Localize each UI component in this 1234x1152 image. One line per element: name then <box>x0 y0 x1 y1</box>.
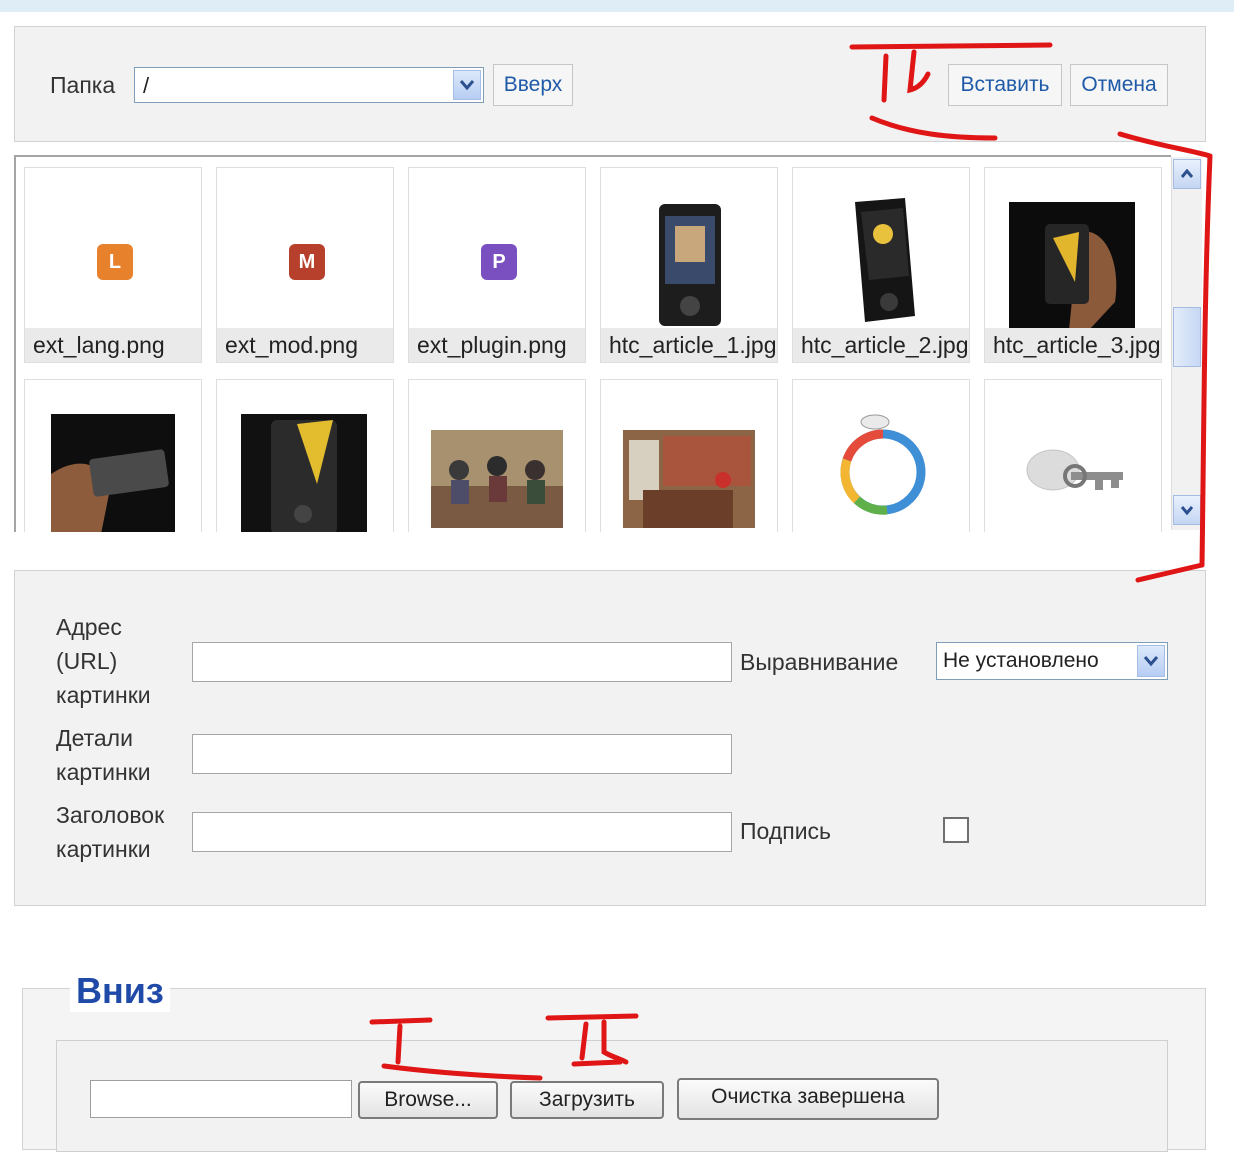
library-photo-thumbnail <box>623 430 755 528</box>
scroll-thumb[interactable] <box>1173 307 1201 367</box>
file-name: htc_article_2.jpg <box>793 328 969 362</box>
file-item[interactable] <box>408 379 586 532</box>
chevron-down-icon[interactable] <box>1137 645 1165 677</box>
file-name: htc_article_3.jpg <box>985 328 1161 362</box>
file-browser: L ext_lang.png M ext_mod.png P ext_plugi… <box>14 155 1171 532</box>
details-label: картинки <box>56 759 151 785</box>
file-name: ext_plugin.png <box>409 328 585 362</box>
folder-select[interactable]: / <box>134 67 484 103</box>
clear-finished-button[interactable]: Очистка завершена <box>677 1078 939 1120</box>
file-name: ext_mod.png <box>217 328 393 362</box>
chevron-down-icon <box>1180 506 1194 515</box>
url-label: картинки <box>56 682 151 708</box>
file-item[interactable]: L ext_lang.png <box>24 167 202 363</box>
url-label: (URL) <box>56 648 118 674</box>
chevron-down-icon[interactable] <box>453 70 481 100</box>
scroll-up-button[interactable] <box>1173 159 1201 189</box>
image-url-input[interactable] <box>192 642 732 682</box>
extension-plugin-icon: P <box>481 244 517 280</box>
align-select[interactable]: Не установлено <box>936 642 1168 680</box>
upload-file-input[interactable] <box>90 1080 352 1118</box>
phone-in-hand-thumbnail <box>1009 202 1135 330</box>
file-item[interactable] <box>600 379 778 532</box>
insert-button[interactable]: Вставить <box>948 64 1062 106</box>
file-browser-scrollbar[interactable] <box>1171 157 1202 530</box>
scroll-down-button[interactable] <box>1173 495 1201 525</box>
phone-thumbnail <box>855 198 915 322</box>
align-label: Выравнивание <box>740 649 899 675</box>
chevron-up-icon <box>1180 169 1194 178</box>
image-title-input[interactable] <box>192 812 732 852</box>
phone-thumbnail <box>241 414 367 532</box>
file-name: htc_article_1.jpg <box>601 328 777 362</box>
extension-module-icon: M <box>289 244 325 280</box>
up-button[interactable]: Вверх <box>493 64 573 106</box>
diagram-thumbnail <box>840 414 926 515</box>
file-item[interactable]: joomla <box>792 379 970 532</box>
keys-thumbnail <box>1026 449 1123 491</box>
file-item[interactable] <box>984 379 1162 532</box>
caption-label: Подпись <box>740 818 832 844</box>
phone-thumbnail <box>51 414 175 532</box>
phone-thumbnail <box>659 204 721 326</box>
classroom-photo-thumbnail <box>431 430 563 528</box>
browse-button[interactable]: Browse... <box>358 1081 498 1119</box>
top-strip <box>0 0 1234 12</box>
file-item[interactable]: P ext_plugin.png <box>408 167 586 363</box>
title-label: Заголовок <box>56 802 165 828</box>
folder-select-value: / <box>143 73 150 98</box>
file-item[interactable]: htc_article_1.jpg <box>600 167 778 363</box>
url-label: Адрес <box>56 614 122 640</box>
file-item[interactable] <box>24 379 202 532</box>
details-label: Детали <box>56 725 133 751</box>
file-name: ext_lang.png <box>25 328 201 362</box>
file-item[interactable]: htc_article_3.jpg <box>984 167 1162 363</box>
file-item[interactable]: M ext_mod.png <box>216 167 394 363</box>
image-details-input[interactable] <box>192 734 732 774</box>
extension-language-icon: L <box>97 244 133 280</box>
upload-button[interactable]: Загрузить <box>510 1081 664 1119</box>
cancel-button[interactable]: Отмена <box>1070 64 1168 106</box>
file-item[interactable]: htc_article_2.jpg <box>792 167 970 363</box>
upload-legend: Вниз <box>70 970 170 1012</box>
folder-label: Папка <box>50 72 116 98</box>
caption-checkbox[interactable] <box>943 817 969 843</box>
title-label: картинки <box>56 836 151 862</box>
file-item[interactable] <box>216 379 394 532</box>
align-select-value: Не установлено <box>943 649 1099 672</box>
